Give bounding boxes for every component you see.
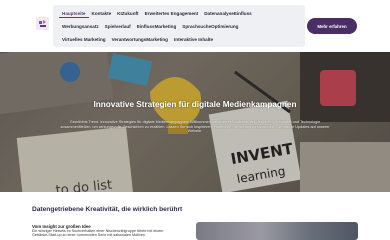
site-header: Hauptseite Kontakte KIZukunft Erweiterte… — [0, 0, 390, 52]
nav-item-sprachsuche-optimierung[interactable]: SprachsucheOptimierung — [179, 24, 241, 30]
cta-button[interactable]: Mehr erfahren — [307, 18, 357, 34]
nav-item-datenanalyse-einfluss[interactable]: DatenanalyseEinfluss — [201, 11, 255, 18]
nav-row-1: Hauptseite Kontakte KIZukunft Erweiterte… — [59, 11, 255, 18]
nav-item-virtuelles-marketing[interactable]: Virtuelles Marketing — [59, 37, 109, 43]
nav-item-kontakte[interactable]: Kontakte — [89, 11, 115, 18]
nav-item-erweitertes-engagement[interactable]: Erweitertes Engagement — [142, 11, 202, 18]
card-text: Ein winziger Hinweis im Suchverhalten ei… — [32, 229, 164, 238]
nav-row-2: Werbungsansatz Spielverlauf EinflussMark… — [59, 24, 241, 30]
hero-banner: to do list INVENT learning Innovative St… — [0, 52, 390, 192]
main-navigation: Hauptseite Kontakte KIZukunft Erweiterte… — [53, 5, 305, 47]
nav-item-einfluss-marketing[interactable]: EinflussMarketing — [134, 24, 180, 30]
nav-item-spielverlauf[interactable]: Spielverlauf — [102, 24, 134, 30]
brand-logo-icon[interactable] — [36, 17, 49, 30]
feature-image — [196, 222, 358, 240]
hero-title: Innovative Strategien für digitale Medie… — [93, 100, 297, 109]
hero-description: Gewöhlnis Trend. Innovative Strategien f… — [60, 120, 330, 134]
nav-item-verantwortungs-marketing[interactable]: VerantwortungsMarketing — [109, 37, 171, 43]
section-title: Datengetriebene Kreativität, die wirklic… — [32, 206, 183, 213]
nav-item-interaktive-inhalte[interactable]: Interaktive Inhalte — [171, 37, 216, 43]
nav-item-kizukunft[interactable]: KIZukunft — [114, 11, 141, 18]
nav-item-werbungsansatz[interactable]: Werbungsansatz — [59, 24, 102, 30]
nav-item-hauptseite[interactable]: Hauptseite — [59, 11, 89, 18]
nav-row-3: Virtuelles Marketing VerantwortungsMarke… — [59, 37, 216, 43]
